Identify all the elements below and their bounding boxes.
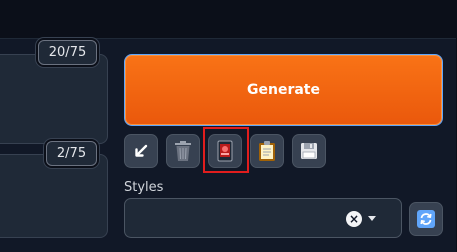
read-parameters-button[interactable] bbox=[124, 134, 158, 168]
apply-styles-button[interactable] bbox=[250, 134, 284, 168]
red-card-icon bbox=[217, 140, 233, 162]
styles-label: Styles bbox=[124, 180, 164, 195]
arrow-down-left-icon bbox=[135, 144, 148, 157]
trash-icon bbox=[175, 141, 191, 161]
generate-button[interactable]: Generate bbox=[124, 54, 443, 126]
clear-prompt-button[interactable] bbox=[166, 134, 200, 168]
show-extra-networks-button[interactable] bbox=[208, 134, 242, 168]
negative-prompt-textarea[interactable] bbox=[0, 154, 108, 238]
negative-prompt-token-counter: 2/75 bbox=[46, 141, 97, 166]
prompt-textarea[interactable] bbox=[0, 54, 108, 144]
save-style-button[interactable] bbox=[292, 134, 326, 168]
generation-panel: 20/75 2/75 Generate Styles × bbox=[0, 0, 457, 252]
save-icon bbox=[301, 143, 317, 159]
prompt-token-counter: 20/75 bbox=[38, 40, 97, 65]
clear-styles-icon[interactable]: × bbox=[346, 211, 362, 227]
refresh-icon bbox=[417, 210, 435, 228]
clipboard-icon bbox=[259, 141, 275, 161]
refresh-styles-button[interactable] bbox=[409, 202, 443, 236]
chevron-down-icon[interactable] bbox=[368, 216, 376, 221]
